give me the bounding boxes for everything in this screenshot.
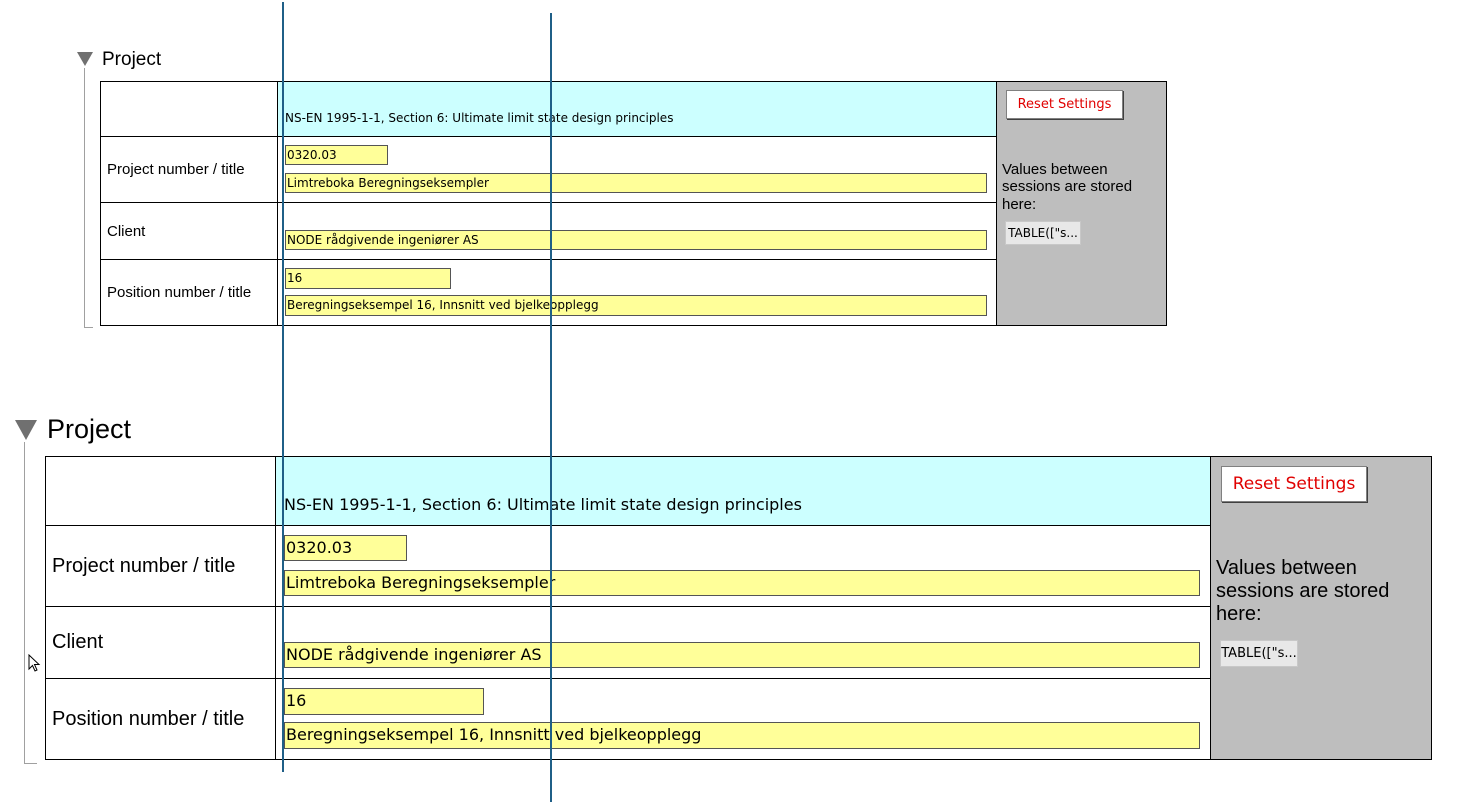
guide-line-left [282, 2, 284, 772]
standard-text: NS-EN 1995-1-1, Section 6: Ultimate limi… [285, 111, 674, 125]
standard-cell: NS-EN 1995-1-1, Section 6: Ultimate limi… [275, 456, 1211, 526]
stored-table-value[interactable]: TABLE(["s... [1005, 221, 1081, 245]
client-fields-cell: NODE rådgivende ingeniører AS [277, 202, 997, 260]
client-input[interactable]: NODE rådgivende ingeniører AS [284, 642, 1200, 668]
row-label-project: Project number / title [45, 525, 276, 607]
standard-cell: NS-EN 1995-1-1, Section 6: Ultimate limi… [277, 81, 997, 137]
row-label-project: Project number / title [100, 136, 278, 203]
row-label-position: Position number / title [45, 678, 276, 760]
client-fields-cell: NODE rådgivende ingeniører AS [275, 606, 1211, 679]
collapse-triangle-icon[interactable] [77, 52, 93, 66]
position-title-input[interactable]: Beregningseksempel 16, Innsnitt ved bjel… [285, 295, 987, 316]
position-fields-cell: 16 Beregningseksempel 16, Innsnitt ved b… [277, 259, 997, 326]
row-label-client: Client [100, 202, 278, 260]
section-title: Project [47, 414, 132, 444]
section-bracket [84, 68, 93, 328]
session-panel: Reset Settings Values between sessions a… [1210, 456, 1432, 760]
reset-settings-button[interactable]: Reset Settings [1221, 466, 1367, 502]
empty-header-cell [45, 456, 276, 526]
guide-line-right [550, 13, 552, 802]
project-table: NS-EN 1995-1-1, Section 6: Ultimate limi… [45, 456, 1432, 760]
row-label-client: Client [45, 606, 276, 679]
position-title-input[interactable]: Beregningseksempel 16, Innsnitt ved bjel… [284, 722, 1200, 749]
position-number-input[interactable]: 16 [284, 688, 484, 715]
empty-header-cell [100, 81, 278, 137]
session-note: Values between sessions are stored here: [1216, 557, 1390, 625]
project-fields-cell: 0320.03 Limtreboka Beregningseksempler [277, 136, 997, 203]
project-title-input[interactable]: Limtreboka Beregningseksempler [284, 570, 1200, 596]
project-fields-cell: 0320.03 Limtreboka Beregningseksempler [275, 525, 1211, 607]
project-table: NS-EN 1995-1-1, Section 6: Ultimate limi… [100, 81, 1167, 326]
standard-text: NS-EN 1995-1-1, Section 6: Ultimate limi… [284, 495, 802, 514]
project-number-input[interactable]: 0320.03 [284, 535, 407, 561]
reset-settings-button[interactable]: Reset Settings [1006, 90, 1123, 119]
stored-table-value[interactable]: TABLE(["s... [1220, 640, 1298, 667]
row-label-position: Position number / title [100, 259, 278, 326]
position-fields-cell: 16 Beregningseksempel 16, Innsnitt ved b… [275, 678, 1211, 760]
position-number-input[interactable]: 16 [285, 268, 451, 289]
section-bracket [24, 442, 37, 764]
project-title-input[interactable]: Limtreboka Beregningseksempler [285, 173, 987, 193]
session-panel: Reset Settings Values between sessions a… [996, 81, 1167, 326]
project-number-input[interactable]: 0320.03 [285, 145, 388, 165]
session-note: Values between sessions are stored here: [1002, 161, 1133, 213]
mouse-pointer-icon [28, 654, 41, 672]
collapse-triangle-icon[interactable] [15, 420, 37, 440]
section-title: Project [102, 49, 162, 70]
client-input[interactable]: NODE rådgivende ingeniører AS [285, 230, 987, 250]
